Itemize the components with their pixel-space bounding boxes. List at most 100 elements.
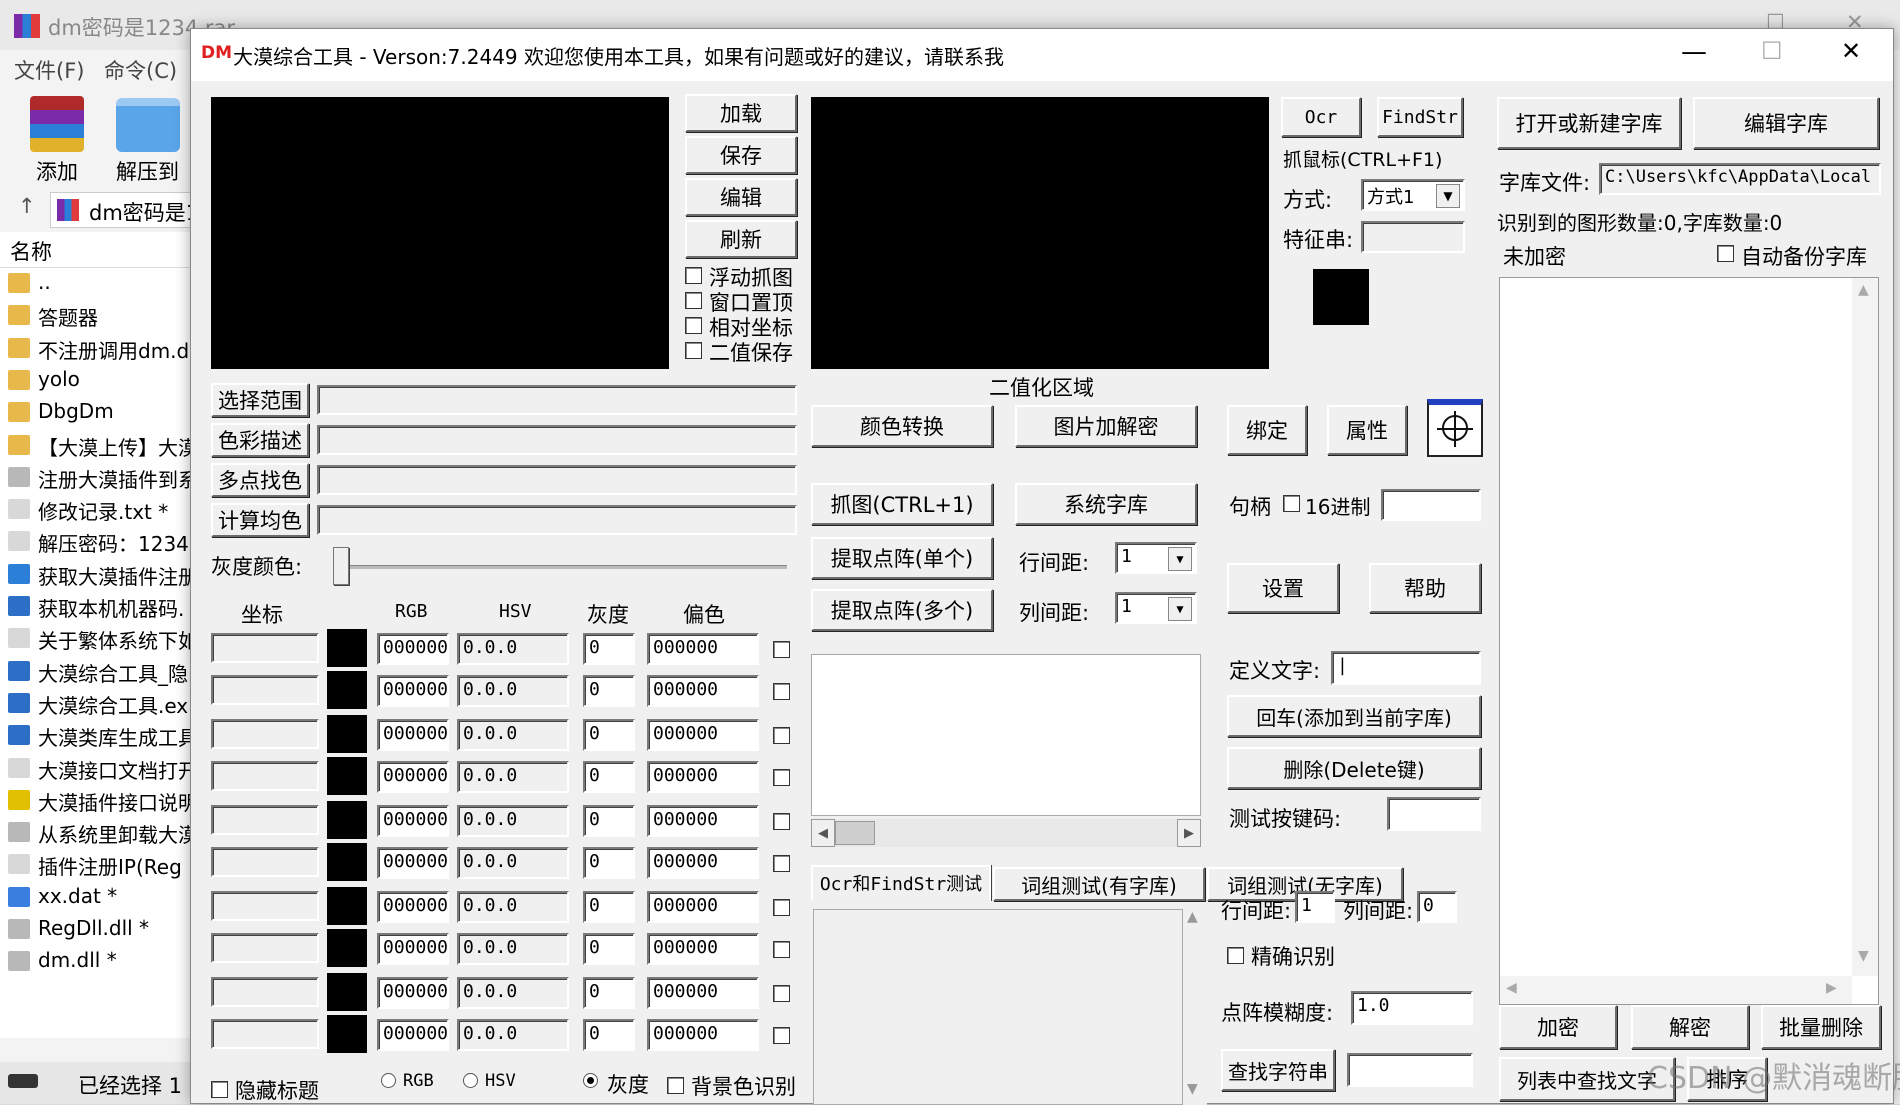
enter-add-button[interactable]: 回车(添加到当前字库) [1227, 695, 1481, 737]
rgb-field[interactable]: 000000 [377, 633, 449, 665]
precise-checkbox[interactable] [1227, 947, 1244, 964]
offset-field[interactable]: 000000 [647, 633, 759, 665]
image-crypt-button[interactable]: 图片加解密 [1015, 405, 1197, 447]
lib-list[interactable]: ▲ ▼ ◀ ▶ [1499, 277, 1879, 1005]
file-list-item[interactable]: 解压密码：1234 [0, 526, 200, 556]
hsv-field[interactable]: 0.0.0 [457, 805, 569, 837]
scroll-up-icon[interactable]: ▲ [1187, 909, 1198, 925]
row-checkbox[interactable] [773, 985, 790, 1002]
mode-select[interactable]: 方式1 ▼ [1361, 179, 1465, 211]
row-checkbox[interactable] [773, 941, 790, 958]
coord-field[interactable] [211, 805, 319, 835]
hsv-field[interactable]: 0.0.0 [457, 847, 569, 879]
scroll-left-icon[interactable]: ◀ [811, 819, 835, 847]
scroll-right-icon[interactable]: ▶ [1177, 819, 1201, 847]
row-gap-field[interactable]: 1 [1295, 891, 1335, 923]
hsv-radio[interactable] [463, 1073, 478, 1088]
average-color-field[interactable] [317, 505, 797, 535]
close-icon[interactable]: ✕ [1841, 37, 1861, 65]
rgb-field[interactable]: 000000 [377, 761, 449, 793]
scroll-left-icon[interactable]: ◀ [1506, 980, 1517, 996]
system-lib-button[interactable]: 系统字库 [1015, 483, 1197, 525]
file-list-item[interactable]: 大漠类库生成工具 [0, 720, 200, 750]
offset-field[interactable]: 000000 [647, 719, 759, 751]
rgb-radio[interactable] [381, 1073, 396, 1088]
ocr-result-area[interactable] [813, 909, 1183, 1105]
hex16-checkbox[interactable] [1283, 495, 1300, 512]
props-button[interactable]: 属性 [1327, 405, 1407, 455]
hide-title-checkbox[interactable] [211, 1081, 228, 1098]
multi-point-field[interactable] [317, 465, 797, 495]
file-list-item[interactable]: RegDll.dll * [0, 914, 200, 944]
gray-slider-track[interactable] [343, 565, 787, 569]
open-new-lib-button[interactable]: 打开或新建字库 [1497, 97, 1681, 149]
rgb-field[interactable]: 000000 [377, 1019, 449, 1051]
file-list-item[interactable]: 大漠综合工具_隐 [0, 656, 200, 686]
rgb-field[interactable]: 000000 [377, 675, 449, 707]
average-color-button[interactable]: 计算均色 [211, 503, 309, 537]
ocr-button[interactable]: Ocr [1281, 97, 1361, 137]
scroll-up-icon[interactable]: ▲ [1858, 282, 1869, 298]
up-arrow-icon[interactable]: ↑ [18, 194, 36, 218]
coord-field[interactable] [211, 761, 319, 791]
rgb-field[interactable]: 000000 [377, 719, 449, 751]
gray-slider-thumb[interactable] [333, 547, 349, 585]
save-button[interactable]: 保存 [685, 136, 797, 174]
tool-extract-label[interactable]: 解压到 [116, 156, 179, 186]
feature-field[interactable] [1361, 221, 1465, 253]
file-list-item[interactable]: 修改记录.txt * [0, 494, 200, 524]
color-convert-button[interactable]: 颜色转换 [811, 405, 993, 447]
file-list-item[interactable]: 获取本机机器码. [0, 591, 200, 621]
bind-button[interactable]: 绑定 [1227, 405, 1307, 455]
binary-preview[interactable] [811, 97, 1269, 369]
gray-field[interactable]: 0 [583, 805, 635, 837]
handle-field[interactable] [1381, 489, 1481, 521]
row-checkbox[interactable] [773, 899, 790, 916]
col-gap-field[interactable]: 0 [1417, 891, 1457, 923]
load-button[interactable]: 加载 [685, 94, 797, 132]
file-list-item[interactable]: 【大漠上传】大漠 [0, 430, 200, 460]
coord-field[interactable] [211, 933, 319, 963]
delete-button[interactable]: 删除(Delete键) [1227, 747, 1481, 789]
test-key-field[interactable] [1387, 797, 1481, 831]
offset-field[interactable]: 000000 [647, 847, 759, 879]
help-button[interactable]: 帮助 [1369, 563, 1481, 613]
row-checkbox[interactable] [773, 683, 790, 700]
encrypt-button[interactable]: 加密 [1499, 1005, 1617, 1049]
refresh-button[interactable]: 刷新 [685, 220, 797, 258]
find-string-button[interactable]: 查找字符串 [1221, 1049, 1335, 1091]
edit-lib-button[interactable]: 编辑字库 [1693, 97, 1879, 149]
row-checkbox[interactable] [773, 769, 790, 786]
hsv-field[interactable]: 0.0.0 [457, 633, 569, 665]
bg-menu-command[interactable]: 命令(C) [104, 55, 177, 85]
select-range-button[interactable]: 选择范围 [211, 383, 309, 417]
relative-coord-checkbox[interactable] [685, 317, 702, 334]
rgb-field[interactable]: 000000 [377, 977, 449, 1009]
hsv-field[interactable]: 0.0.0 [457, 761, 569, 793]
offset-field[interactable]: 000000 [647, 933, 759, 965]
bg-menu-file[interactable]: 文件(F) [14, 55, 84, 85]
file-list-item[interactable]: dm.dll * [0, 946, 200, 976]
coord-field[interactable] [211, 1019, 319, 1049]
coord-field[interactable] [211, 675, 319, 705]
chevron-down-icon[interactable]: ▼ [1436, 184, 1460, 208]
bg-column-header[interactable]: 名称 [0, 232, 200, 268]
lib-file-path[interactable]: C:\Users\kfc\AppData\Local [1599, 163, 1881, 195]
file-list-item[interactable]: 大漠综合工具.ex [0, 688, 200, 718]
color-desc-button[interactable]: 色彩描述 [211, 423, 309, 457]
bg-color-checkbox[interactable] [667, 1077, 684, 1094]
row-checkbox[interactable] [773, 855, 790, 872]
lib-list-hscroll[interactable]: ◀ ▶ [1500, 976, 1852, 1004]
extract-folder-icon[interactable] [116, 98, 180, 152]
maximize-icon[interactable]: ☐ [1761, 37, 1783, 65]
find-string-field[interactable] [1347, 1053, 1473, 1087]
capture-button[interactable]: 抓图(CTRL+1) [811, 483, 993, 525]
hsv-field[interactable]: 0.0.0 [457, 933, 569, 965]
file-list-item[interactable]: 获取大漠插件注册 [0, 559, 200, 589]
fuzz-field[interactable]: 1.0 [1351, 991, 1473, 1025]
gray-field[interactable]: 0 [583, 977, 635, 1009]
rgb-field[interactable]: 000000 [377, 891, 449, 923]
scroll-down-icon[interactable]: ▼ [1187, 1081, 1198, 1097]
gray-field[interactable]: 0 [583, 719, 635, 751]
float-capture-checkbox[interactable] [685, 267, 702, 284]
